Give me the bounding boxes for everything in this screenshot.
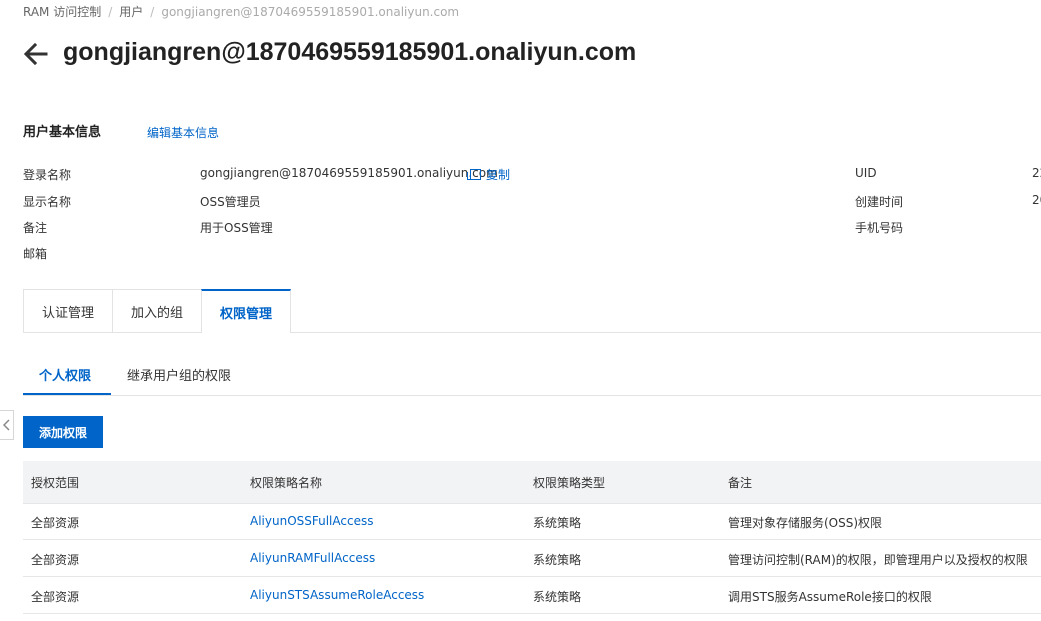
policy-name-link[interactable]: AliyunSTSAssumeRoleAccess (250, 588, 424, 602)
column-header-note: 备注 (728, 476, 753, 490)
column-header-policy-type: 权限策略类型 (533, 476, 606, 490)
breadcrumb: RAM 访问控制 / 用户 / gongjiangren@187046955918590… (23, 3, 459, 20)
breadcrumb-separator: / (150, 5, 155, 19)
table-header (23, 461, 1041, 503)
tab-joined-groups[interactable]: 加入的组 (112, 289, 202, 332)
uid-label: UID (855, 166, 877, 180)
row-divider (23, 539, 1041, 540)
login-name-label: 登录名称 (23, 168, 72, 182)
chevron-left-icon (2, 419, 10, 431)
breadcrumb-current: gongjiangren@1870469559185901.onaliyun.c… (161, 5, 460, 19)
tabs-divider (23, 332, 1041, 333)
copy-label: 复制 (486, 168, 511, 182)
tab-label: 加入的组 (130, 305, 183, 321)
subtab-active-indicator (23, 393, 111, 395)
tab-auth-management[interactable]: 认证管理 (23, 289, 113, 332)
created-time-label: 创建时间 (855, 195, 904, 209)
policy-type-cell: 系统策略 (533, 590, 582, 604)
policy-name-link[interactable]: AliyunRAMFullAccess (250, 551, 375, 565)
arrow-left-icon (23, 42, 48, 66)
breadcrumb-root[interactable]: RAM 访问控制 (23, 5, 101, 19)
policy-type-cell: 系统策略 (533, 553, 582, 567)
policy-name-link[interactable]: AliyunOSSFullAccess (250, 514, 373, 528)
display-name-value: OSS管理员 (200, 195, 261, 209)
subtabs-divider (23, 395, 1041, 396)
phone-label: 手机号码 (855, 221, 904, 235)
remark-value: 用于OSS管理 (200, 221, 273, 235)
back-button[interactable] (22, 40, 50, 68)
note-cell: 管理访问控制(RAM)的权限，即管理用户以及授权的权限 (728, 553, 1028, 567)
row-divider (23, 503, 1041, 504)
display-name-label: 显示名称 (23, 195, 72, 209)
tab-label: 权限管理 (219, 306, 272, 322)
row-divider (23, 576, 1041, 577)
copy-button[interactable]: 复制 (467, 166, 511, 183)
uid-value: 22 (1032, 166, 1041, 180)
scope-cell: 全部资源 (31, 516, 80, 530)
column-header-policy-name: 权限策略名称 (250, 476, 323, 490)
edit-basic-info-link[interactable]: 编辑基本信息 (147, 124, 219, 141)
add-permission-button[interactable]: 添加权限 (23, 416, 103, 448)
section-title: 用户基本信息 (23, 125, 102, 140)
policy-type-cell: 系统策略 (533, 516, 582, 530)
scope-cell: 全部资源 (31, 590, 80, 604)
note-cell: 管理对象存储服务(OSS)权限 (728, 516, 883, 530)
email-label: 邮箱 (23, 247, 48, 261)
column-header-scope: 授权范围 (31, 476, 80, 490)
sidebar-toggle[interactable] (0, 410, 14, 440)
breadcrumb-users[interactable]: 用户 (119, 5, 143, 19)
remark-label: 备注 (23, 221, 48, 235)
tab-label: 认证管理 (41, 305, 94, 321)
page-title: gongjiangren@1870469559185901.onaliyun.c… (63, 38, 637, 66)
copy-icon (467, 169, 481, 180)
row-divider (23, 613, 1041, 614)
breadcrumb-separator: / (108, 5, 113, 19)
tab-permission-management[interactable]: 权限管理 (201, 289, 291, 333)
subtab-inherited-group-permissions[interactable]: 继承用户组的权限 (127, 365, 231, 384)
subtab-personal-permissions[interactable]: 个人权限 (39, 365, 91, 384)
note-cell: 调用STS服务AssumeRole接口的权限 (728, 590, 932, 604)
created-time-value: 20 (1032, 193, 1041, 207)
login-name-value: gongjiangren@1870469559185901.onaliyun.c… (200, 166, 498, 180)
scope-cell: 全部资源 (31, 553, 80, 567)
